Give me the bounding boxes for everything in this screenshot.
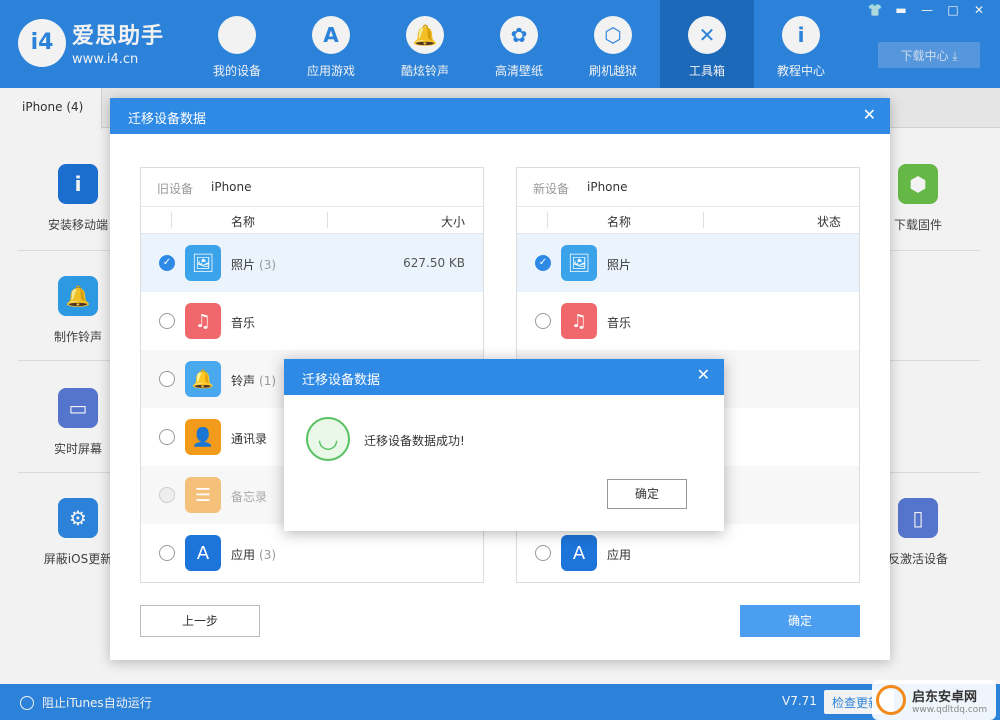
close-icon[interactable]: ✕ (863, 105, 876, 124)
radio-icon[interactable] (535, 545, 551, 561)
data-row-photos[interactable]: ✓ 🖼 照片 (517, 234, 859, 292)
app-store-icon: A (561, 535, 597, 571)
previous-step-button[interactable]: 上一步 (140, 605, 260, 637)
photos-icon: 🖼 (185, 245, 221, 281)
dialog-header: 迁移设备数据 ✕ (110, 98, 890, 134)
radio-icon[interactable] (159, 313, 175, 329)
dialog-title: 迁移设备数据 (128, 112, 207, 127)
photos-icon: 🖼 (561, 245, 597, 281)
data-row-photos[interactable]: ✓ 🖼 照片 (3) 627.50 KB (141, 234, 483, 292)
column-name: 名称 (607, 215, 632, 229)
checked-radio-icon[interactable]: ✓ (535, 255, 551, 271)
radio-icon[interactable] (159, 429, 175, 445)
new-device-name: iPhone (587, 180, 628, 194)
column-status: 状态 (816, 215, 841, 229)
confirm-button[interactable]: 确定 (740, 605, 860, 637)
column-name: 名称 (231, 215, 256, 229)
success-message: 迁移设备数据成功! (364, 434, 465, 448)
old-device-key: 旧设备 (157, 182, 194, 196)
success-dialog-title: 迁移设备数据 (302, 373, 381, 388)
data-row-apps[interactable]: A 应用 (517, 524, 859, 582)
watermark: 启东安卓网 www.qdltdq.com (872, 680, 996, 720)
bell-icon: 🔔 (185, 361, 221, 397)
checked-radio-icon[interactable]: ✓ (159, 255, 175, 271)
data-row-apps[interactable]: A 应用 (3) (141, 524, 483, 582)
music-icon: ♫ (185, 303, 221, 339)
music-icon: ♫ (561, 303, 597, 339)
radio-icon[interactable] (159, 545, 175, 561)
item-size: 627.50 KB (403, 256, 465, 270)
table-header: 名称 大小 (141, 206, 483, 234)
app-store-icon: A (185, 535, 221, 571)
watermark-logo-icon (876, 685, 906, 715)
success-dialog: 迁移设备数据 ✕ ◡ 迁移设备数据成功! 确定 (284, 359, 724, 531)
success-ok-button[interactable]: 确定 (607, 479, 687, 509)
old-device-name: iPhone (211, 180, 252, 194)
column-size: 大小 (440, 215, 465, 229)
success-dialog-header: 迁移设备数据 ✕ (284, 359, 724, 395)
radio-icon[interactable] (535, 313, 551, 329)
table-header: 名称 状态 (517, 206, 859, 234)
data-row-music[interactable]: ♫ 音乐 (517, 292, 859, 350)
radio-icon[interactable] (159, 371, 175, 387)
contacts-icon: 👤 (185, 419, 221, 455)
new-device-key: 新设备 (533, 182, 570, 196)
smiley-icon: ◡ (306, 417, 350, 461)
notes-icon: ☰ (185, 477, 221, 513)
radio-icon (159, 487, 175, 503)
close-icon[interactable]: ✕ (697, 365, 710, 384)
data-row-music[interactable]: ♫ 音乐 (141, 292, 483, 350)
